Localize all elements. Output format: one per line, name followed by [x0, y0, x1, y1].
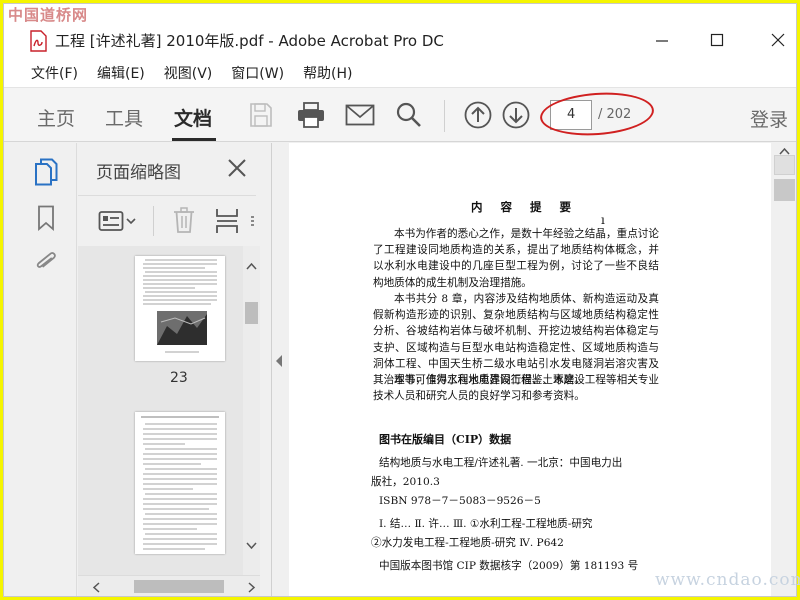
- menu-edit[interactable]: 编辑(E): [97, 63, 145, 83]
- page-total: / 202: [598, 107, 632, 122]
- insert-page-icon[interactable]: [215, 207, 239, 235]
- doc-cip-number: 中国版本图书馆 CIP 数据核字（2009）第 181193 号: [379, 560, 639, 572]
- doc-class-line-2: ②水力发电工程-工程地质-研究 Ⅳ. P642: [371, 537, 564, 549]
- doc-paragraph-3: 本书可作为水利水电建设工程、土木建设工程等相关专业技术人员和研究人员的良好学习和…: [373, 374, 659, 403]
- watermark-bottom: www.cndao.com: [655, 570, 800, 590]
- document-view[interactable]: 内 容 提 要 ı 本书为作者的悉心之作，是数十年经验之结晶，重点讨论了工程建设…: [289, 143, 771, 596]
- collapse-panel-icon[interactable]: [274, 354, 284, 368]
- close-window-icon[interactable]: [768, 30, 788, 50]
- doc-title: 内 容 提 要: [471, 200, 579, 214]
- panel-tools-separator: [153, 206, 154, 236]
- doc-scroll-track-top: [774, 155, 795, 175]
- previous-page-icon[interactable]: [463, 100, 493, 130]
- doc-paragraph-1: 本书为作者的悉心之作，是数十年经验之结晶，重点讨论了工程建设同地质构造的关系，提…: [373, 228, 659, 289]
- scroll-down-icon[interactable]: [246, 542, 257, 550]
- doc-cip-line-2: 版社，2010.3: [371, 476, 440, 488]
- login-button[interactable]: 登录: [750, 105, 788, 132]
- bookmark-icon[interactable]: [31, 203, 61, 233]
- doc-cip-line-1: 结构地质与水电工程/许述礼著. 一北京：中国电力出: [379, 457, 623, 469]
- thumbnail-page-24[interactable]: [135, 412, 225, 554]
- toolbar: 主页 工具 文档 4 / 202 登录: [4, 87, 796, 142]
- thumbnail-horizontal-scrollbar[interactable]: [78, 575, 260, 596]
- navigation-rail: [4, 143, 77, 596]
- thumbnail-list[interactable]: 23: [78, 246, 243, 575]
- toolbar-separator: [444, 100, 445, 132]
- watermark-top: 中国道桥网: [8, 6, 89, 24]
- thumbnail-hscroll-thumb[interactable]: [134, 580, 224, 593]
- next-page-icon[interactable]: [501, 100, 531, 130]
- active-tab-indicator: [172, 138, 216, 141]
- acrobat-window: 中国道桥网 工程 [许述礼著] 2010年版.pdf - Adobe Acrob…: [3, 3, 797, 597]
- thumbnail-scroll-thumb[interactable]: [245, 302, 258, 324]
- doc-isbn: ISBN 978－7－5083－9526－5: [379, 495, 541, 507]
- thumbnail-page-23[interactable]: [135, 256, 225, 361]
- maximize-icon[interactable]: [707, 30, 727, 50]
- document-page: 内 容 提 要 ı 本书为作者的悉心之作，是数十年经验之结晶，重点讨论了工程建设…: [289, 143, 771, 596]
- menu-window[interactable]: 窗口(W): [231, 63, 284, 83]
- thumbnail-options-icon[interactable]: [98, 209, 138, 233]
- save-icon[interactable]: [246, 100, 276, 130]
- title-bar: 中国道桥网 工程 [许述礼著] 2010年版.pdf - Adobe Acrob…: [4, 4, 796, 59]
- delete-page-icon[interactable]: [173, 207, 195, 233]
- tab-tools[interactable]: 工具: [105, 104, 143, 131]
- attachment-icon[interactable]: [31, 247, 61, 277]
- menu-help[interactable]: 帮助(H): [303, 63, 352, 83]
- thumbnail-page-label: 23: [170, 370, 188, 386]
- minimize-icon[interactable]: [652, 30, 672, 50]
- panel-toolbar: [78, 195, 256, 245]
- panel-tools-overflow[interactable]: [251, 216, 254, 228]
- page-thumbnails-panel: 页面缩略图 23: [78, 143, 272, 596]
- scroll-up-icon[interactable]: [246, 262, 257, 270]
- tab-document[interactable]: 文档: [174, 104, 212, 131]
- email-icon[interactable]: [345, 100, 375, 130]
- panel-title: 页面缩略图: [96, 163, 181, 183]
- scroll-right-icon[interactable]: [248, 582, 256, 593]
- panel-close-icon[interactable]: [226, 157, 248, 179]
- search-icon[interactable]: [394, 100, 424, 130]
- doc-scroll-thumb[interactable]: [774, 179, 795, 201]
- print-icon[interactable]: [296, 100, 326, 130]
- doc-scroll-up-icon[interactable]: [779, 147, 790, 155]
- pdf-icon: [30, 30, 47, 52]
- menu-view[interactable]: 视图(V): [164, 63, 213, 83]
- doc-margin-mark: ı: [601, 213, 605, 227]
- doc-cip-title: 图书在版编目（CIP）数据: [379, 433, 512, 446]
- document-scrollbar[interactable]: [771, 143, 796, 596]
- thumbnail-vertical-scrollbar[interactable]: [243, 246, 260, 575]
- page-number-input[interactable]: 4: [550, 100, 592, 130]
- tab-home[interactable]: 主页: [37, 104, 75, 131]
- scroll-left-icon[interactable]: [92, 582, 100, 593]
- page-thumbnails-icon[interactable]: [31, 157, 61, 187]
- menu-bar: 文件(F) 编辑(E) 视图(V) 窗口(W) 帮助(H): [4, 59, 796, 87]
- window-title: 工程 [许述礼著] 2010年版.pdf - Adobe Acrobat Pro…: [55, 32, 444, 50]
- doc-class-line-1: Ⅰ. 结… Ⅱ. 许… Ⅲ. ①水利工程-工程地质-研究: [379, 518, 593, 530]
- menu-file[interactable]: 文件(F): [31, 63, 78, 83]
